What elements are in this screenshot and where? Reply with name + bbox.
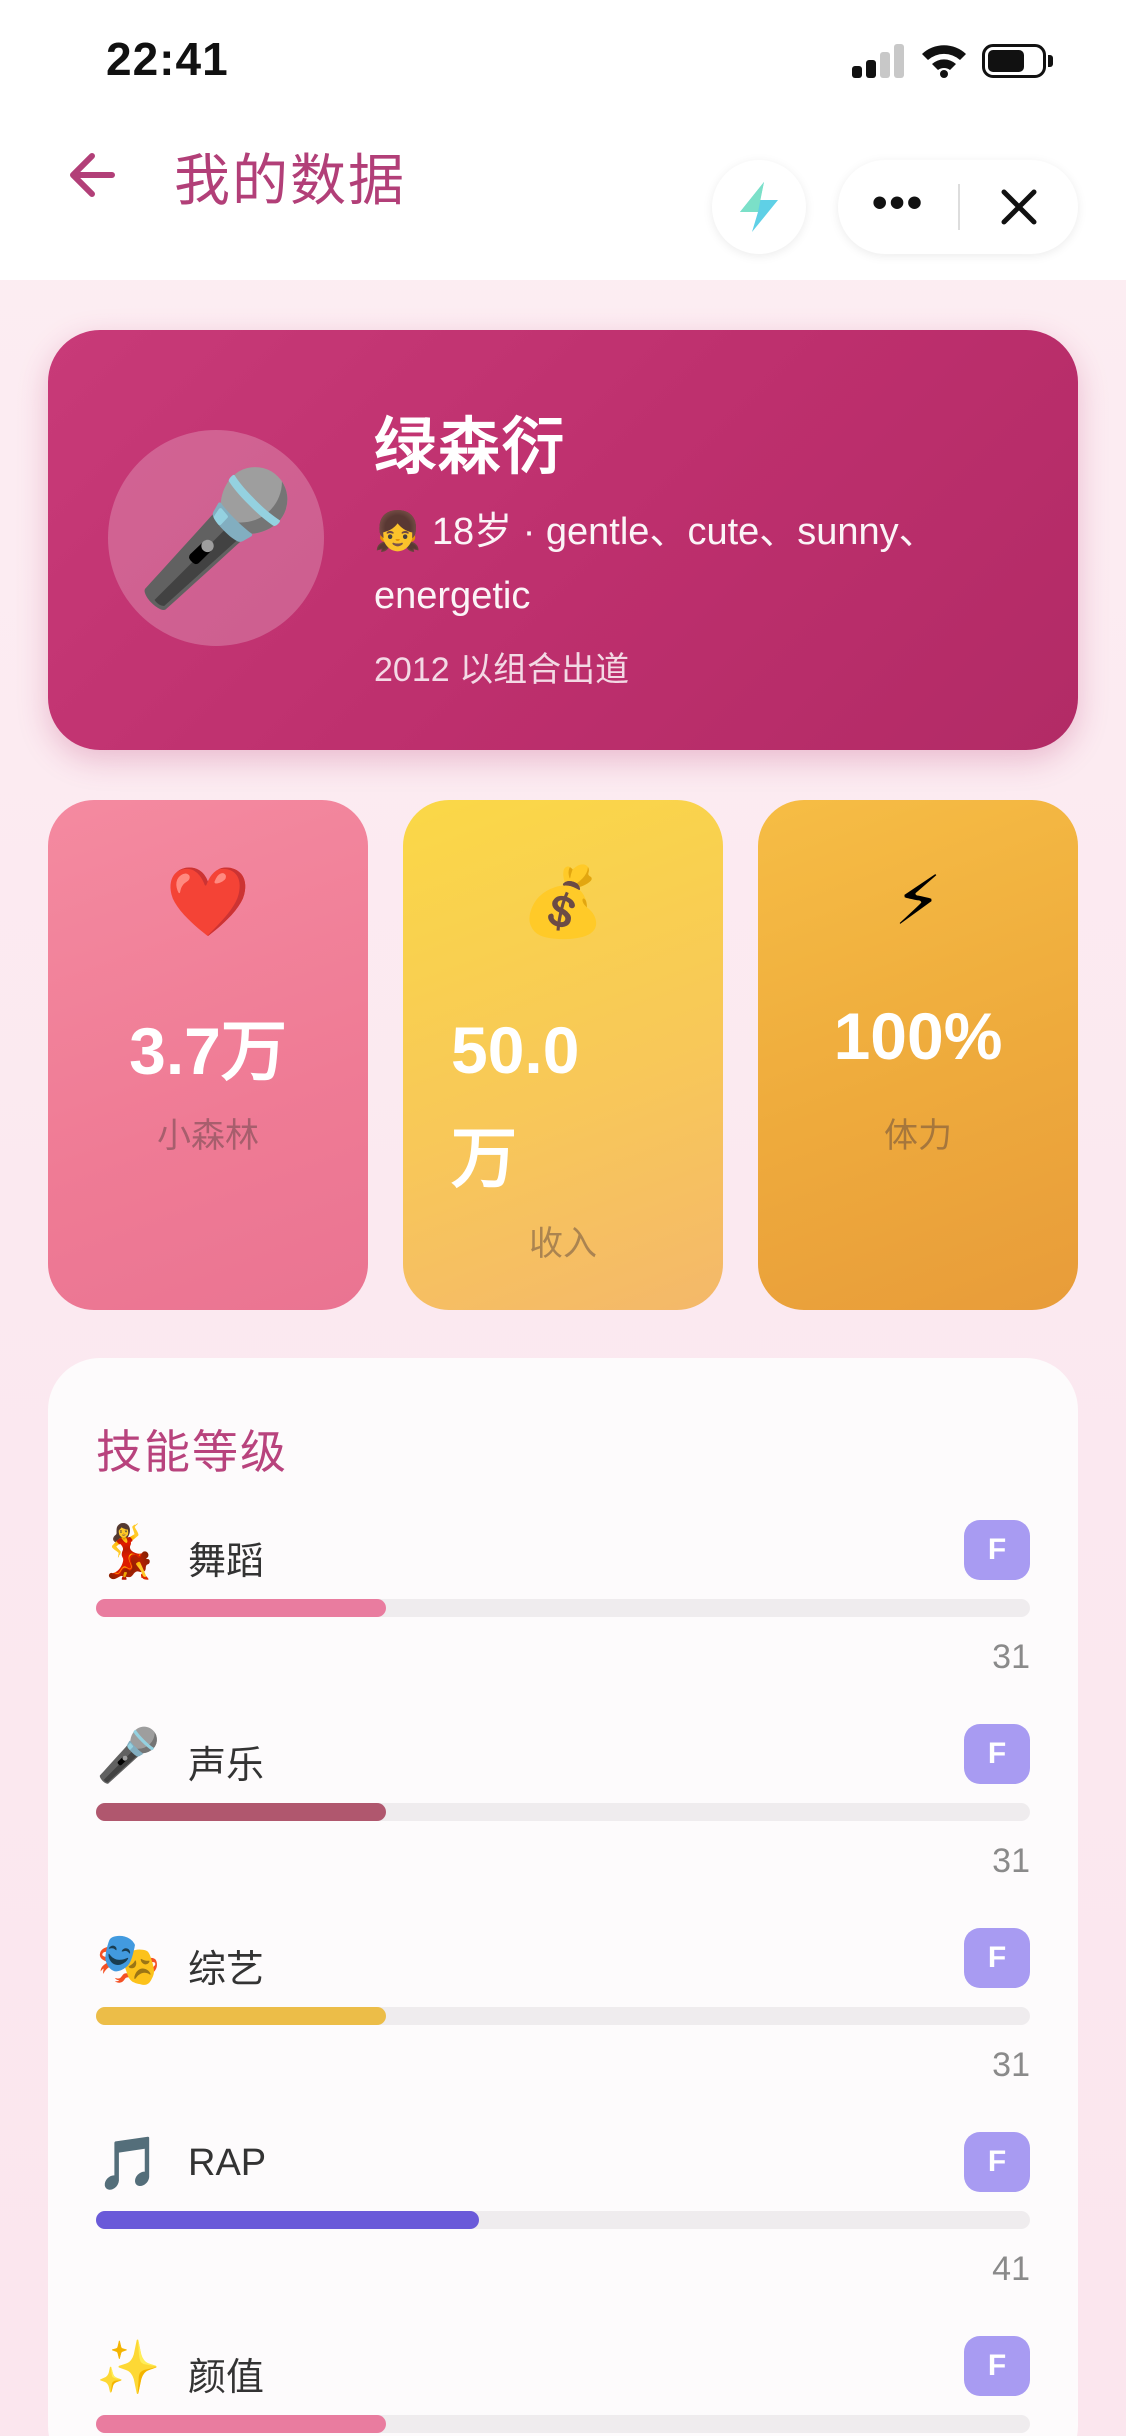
stat-value: 3.7万: [129, 1014, 287, 1088]
skill-progress-fill: [96, 2007, 386, 2025]
stat-label: 收入: [529, 1225, 597, 1263]
back-arrow-icon[interactable]: [60, 140, 130, 210]
skill-row-variety: 🎭 综艺 F 31: [96, 1928, 1030, 2128]
skill-value: 31: [992, 1638, 1030, 1676]
skill-progress-track: [96, 2007, 1030, 2025]
status-bar: 22:41: [0, 0, 1126, 120]
skill-progress-fill: [96, 2211, 479, 2229]
skill-name: RAP: [188, 2142, 267, 2184]
skill-value: 31: [992, 1842, 1030, 1880]
dancer-icon: 💃: [96, 1523, 161, 1581]
stat-value: 50.0万: [451, 1013, 580, 1195]
skill-grade-badge: F: [964, 2132, 1030, 2192]
avatar: 🎤: [108, 430, 324, 646]
lightning-icon: [740, 182, 778, 232]
capsule-divider: [958, 184, 960, 230]
money-bag-icon: 💰: [520, 864, 606, 940]
profile-card: 🎤 绿森衍 👧 18岁 · gentle、cute、sunny、energeti…: [48, 330, 1078, 750]
heart-icon: ❤️: [165, 864, 251, 940]
mini-program-capsule: •••: [838, 160, 1078, 254]
sparkles-icon: ✨: [96, 2339, 161, 2397]
music-note-icon: 🎵: [96, 2135, 161, 2193]
skill-progress-track: [96, 1803, 1030, 1821]
stat-value: 100%: [833, 999, 1003, 1073]
skill-grade-badge: F: [964, 2336, 1030, 2396]
stat-label: 小森林: [157, 1117, 259, 1155]
skill-value: 41: [992, 2250, 1030, 2288]
close-icon[interactable]: [996, 184, 1042, 230]
status-time: 22:41: [106, 33, 229, 85]
stat-card-fans: ❤️ 3.7万 小森林: [48, 800, 368, 1310]
skill-name: 颜值: [188, 2357, 265, 2399]
skills-panel: 技能等级 💃 舞蹈 F 31 🎤 声乐 F 31 🎭 综艺 F 31 🎵 RAP…: [48, 1358, 1078, 2436]
quick-action-button[interactable]: [712, 160, 806, 254]
theater-masks-icon: 🎭: [96, 1931, 161, 1989]
skill-grade-badge: F: [964, 1928, 1030, 1988]
skill-progress-fill: [96, 1803, 386, 1821]
skill-value: 31: [992, 2046, 1030, 2084]
more-icon[interactable]: •••: [872, 181, 924, 225]
skill-name: 综艺: [188, 1949, 265, 1991]
skills-title: 技能等级: [96, 1426, 288, 1478]
skill-name: 舞蹈: [188, 1541, 265, 1583]
battery-icon: [982, 44, 1054, 78]
cellular-signal-icon: [852, 44, 906, 78]
profile-debut: 2012 以组合出道: [374, 651, 630, 689]
microphone-icon: 🎤: [96, 1727, 161, 1785]
wifi-icon: [922, 45, 966, 78]
skill-row-rap: 🎵 RAP F 41: [96, 2132, 1030, 2332]
skill-progress-fill: [96, 1599, 386, 1617]
lightning-icon: ⚡: [894, 863, 942, 939]
skill-progress-track: [96, 2415, 1030, 2433]
skill-progress-track: [96, 2211, 1030, 2229]
skill-grade-badge: F: [964, 1520, 1030, 1580]
skill-progress-track: [96, 1599, 1030, 1617]
profile-description: 👧 18岁 · gentle、cute、sunny、energetic: [374, 511, 937, 617]
skill-name: 声乐: [188, 1745, 265, 1787]
stat-card-income: 💰 50.0万 收入: [403, 800, 723, 1310]
stat-card-energy: ⚡ 100% 体力: [758, 800, 1078, 1310]
stat-label: 体力: [884, 1117, 952, 1155]
nav-bar: 我的数据 •••: [0, 120, 1126, 280]
profile-name: 绿森衍: [374, 413, 567, 482]
skill-grade-badge: F: [964, 1724, 1030, 1784]
screen: 22:41 我的数据 ••• 🎤 绿森衍 👧 18岁 · gentle、cute…: [0, 0, 1126, 2436]
skill-progress-fill: [96, 2415, 386, 2433]
skill-row-vocal: 🎤 声乐 F 31: [96, 1724, 1030, 1924]
skill-row-looks: ✨ 颜值 F 31: [96, 2336, 1030, 2436]
page-title: 我的数据: [174, 149, 406, 212]
skill-row-dance: 💃 舞蹈 F 31: [96, 1520, 1030, 1720]
